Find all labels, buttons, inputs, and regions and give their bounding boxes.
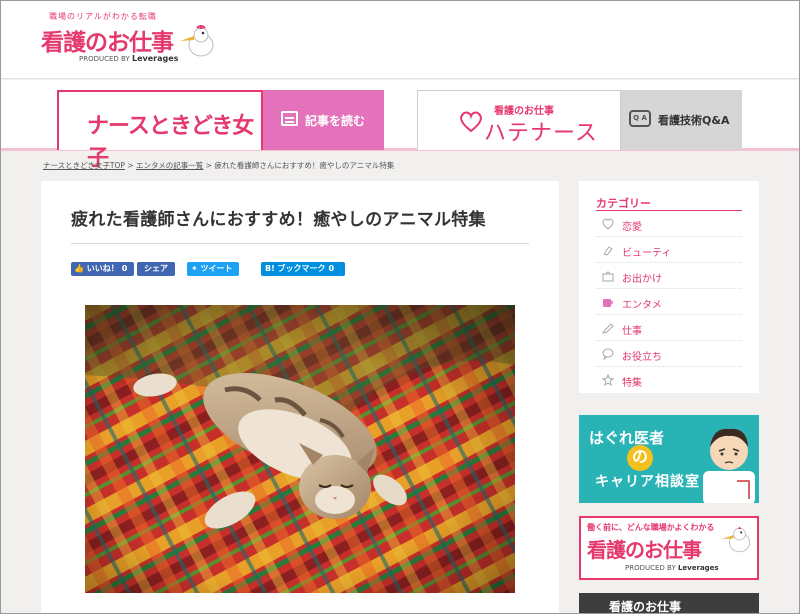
nursing-skill-qa-button[interactable]: Q A 看護技術Q&A	[621, 90, 742, 150]
hatenurse-title: ハテナース	[484, 121, 598, 146]
title-divider	[71, 243, 529, 244]
doctor-illustration-icon	[703, 428, 755, 503]
doctor-banner-line2: キャリア相談室	[595, 474, 700, 490]
global-nav: ナースときどき女子 記事を読む 看護のお仕事 ハテナース Q A 看護技術Q&A	[1, 80, 799, 171]
job-banner-produced: PRODUCED BY Leverages	[625, 564, 719, 572]
doctor-banner-line1: はぐれ医者	[589, 429, 665, 447]
browser-page: 職場のリアルがわかる転職 看護のお仕事 PRODUCED BY Leverage…	[0, 0, 800, 614]
lipstick-icon	[603, 246, 613, 256]
qa-bubble-icon: Q A	[629, 110, 651, 127]
heart-icon	[602, 218, 614, 230]
job-banner-tagline: 働く前に、どんな職場かよくわかる	[587, 523, 715, 532]
logo-tagline: 職場のリアルがわかる転職	[49, 12, 157, 21]
category-label: 特集	[622, 378, 642, 389]
category-item-work[interactable]: 仕事	[596, 315, 742, 341]
category-label: お役立ち	[622, 352, 662, 363]
category-title: カテゴリー	[596, 197, 651, 210]
dark-banner-label: 看護のお仕事	[609, 600, 682, 614]
read-articles-button[interactable]: 記事を読む	[263, 90, 384, 150]
category-item-love[interactable]: 恋愛	[596, 211, 742, 237]
bag-icon	[602, 271, 614, 282]
breadcrumb: ナースときどき女子TOP > エンタメの記事一覧 > 疲れた看護師さんにおすすめ…	[43, 161, 395, 170]
category-item-useful[interactable]: お役立ち	[596, 341, 742, 367]
nav-nurse-tokidoki-joshi[interactable]: ナースときどき女子	[57, 90, 263, 171]
article-title: 疲れた看護師さんにおすすめ！癒やしのアニマル特集	[71, 210, 486, 230]
category-label: ビューティ	[622, 248, 672, 259]
kango-oshigoto-banner[interactable]: 働く前に、どんな職場かよくわかる 看護のお仕事 PRODUCED BY Leve…	[579, 516, 759, 580]
category-label: 恋愛	[622, 222, 642, 233]
breadcrumb-home-link[interactable]: ナースときどき女子TOP	[43, 161, 125, 170]
site-logo[interactable]: 職場のリアルがわかる転職 看護のお仕事 PRODUCED BY Leverage…	[39, 11, 219, 67]
facebook-share-button[interactable]: シェア	[137, 262, 175, 276]
category-sidebar: カテゴリー 恋愛 ビューティ お出かけ エンタメ 仕事 お役立ち 特集	[579, 181, 759, 393]
breadcrumb-category-link[interactable]: エンタメの記事一覧	[136, 161, 203, 170]
chat-icon	[602, 348, 614, 360]
twitter-bird-icon: ✦	[191, 264, 198, 273]
breadcrumb-current: 疲れた看護師さんにおすすめ！癒やしのアニマル特集	[214, 161, 395, 170]
logo-produced-by: PRODUCED BY Leverages	[79, 54, 179, 63]
pelican-mascot-icon	[721, 526, 751, 553]
facebook-like-button[interactable]: 👍 いいね！ 0	[71, 262, 134, 276]
category-item-feature[interactable]: 特集	[596, 367, 742, 393]
category-item-outing[interactable]: お出かけ	[596, 263, 742, 289]
doctor-career-banner[interactable]: はぐれ医者 の キャリア相談室	[579, 415, 759, 503]
read-articles-label: 記事を読む	[305, 114, 366, 128]
category-label: 仕事	[622, 326, 642, 337]
category-item-entertainment[interactable]: エンタメ	[596, 289, 742, 315]
hatenurse-logo-icon	[460, 111, 482, 133]
kango-oshigoto-dark-banner[interactable]: 看護のお仕事	[579, 593, 759, 614]
article-hero-image-sleeping-kitten	[85, 305, 515, 593]
hatena-bookmark-button[interactable]: B! ブックマーク 0	[261, 262, 345, 276]
star-icon	[602, 374, 614, 386]
article-container: 疲れた看護師さんにおすすめ！癒やしのアニマル特集 👍 いいね！ 0 シェア ✦ ツ…	[41, 181, 559, 613]
tweet-button[interactable]: ✦ ツイート	[187, 262, 239, 276]
pelican-mascot-icon	[180, 25, 214, 57]
cup-icon	[603, 299, 614, 307]
thumbs-up-icon: 👍	[74, 264, 84, 273]
article-icon	[281, 111, 298, 126]
nav-hatenurse[interactable]: 看護のお仕事 ハテナース	[417, 90, 621, 150]
pen-icon	[602, 323, 614, 334]
doctor-banner-no: の	[627, 445, 653, 471]
category-label: お出かけ	[622, 274, 662, 285]
logo-title: 看護のお仕事	[41, 30, 174, 56]
qa-label: 看護技術Q&A	[658, 114, 730, 127]
category-label: エンタメ	[622, 300, 662, 311]
site-header: 職場のリアルがわかる転職 看護のお仕事 PRODUCED BY Leverage…	[1, 1, 799, 79]
category-item-beauty[interactable]: ビューティ	[596, 237, 742, 263]
job-banner-title: 看護のお仕事	[587, 538, 702, 562]
